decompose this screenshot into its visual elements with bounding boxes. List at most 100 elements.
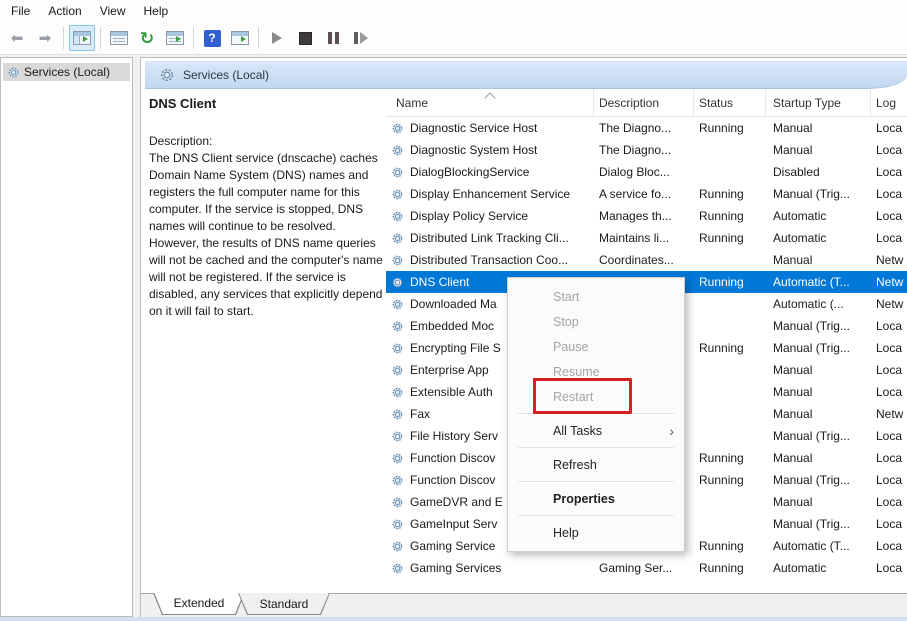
service-gear-icon	[391, 254, 404, 267]
window-bottom-edge	[0, 617, 907, 621]
context-menu-item-properties[interactable]: Properties	[508, 486, 684, 511]
service-startup-cell: Manual	[766, 495, 871, 509]
column-header-status[interactable]: Status	[694, 89, 766, 116]
services-window: FileActionViewHelp ⬅ ➡ ↻ ? Services (Loc…	[0, 0, 907, 621]
service-name: Distributed Link Tracking Cli...	[410, 231, 569, 245]
service-gear-icon	[391, 210, 404, 223]
service-gear-icon	[391, 188, 404, 201]
service-row[interactable]: Distributed Transaction Coo...Coordinate…	[386, 249, 907, 271]
service-logon-cell: Loca	[871, 495, 907, 509]
menu-item-label: All Tasks	[553, 424, 602, 438]
toolbar-separator	[100, 27, 101, 49]
action-pane-icon	[231, 31, 249, 45]
toolbar: ⬅ ➡ ↻ ?	[0, 22, 907, 55]
service-startup-cell: Disabled	[766, 165, 871, 179]
tab-extended[interactable]: Extended	[153, 593, 245, 615]
context-menu-item-help[interactable]: Help	[508, 520, 684, 545]
back-arrow-icon: ⬅	[11, 31, 24, 46]
services-gear-icon	[7, 66, 20, 79]
service-row[interactable]: Distributed Link Tracking Cli... Maintain…	[386, 227, 907, 249]
menu-separator	[518, 481, 674, 482]
service-logon-cell: Netw	[871, 253, 907, 267]
toolbar-separator	[193, 27, 194, 49]
service-logon-cell: Loca	[871, 561, 907, 575]
menu-item-label: Stop	[553, 315, 579, 329]
show-console-tree-button[interactable]	[69, 25, 95, 51]
toolbar-separator	[258, 27, 259, 49]
service-gear-icon	[391, 474, 404, 487]
help-button[interactable]: ?	[199, 25, 225, 51]
menu-item-label: Refresh	[553, 458, 597, 472]
service-description-cell: A service fo...	[594, 187, 694, 201]
service-description-cell: Maintains li...	[594, 231, 694, 245]
service-logon-cell: Loca	[871, 143, 907, 157]
refresh-icon: ↻	[140, 30, 154, 47]
service-name: GameDVR and E	[410, 495, 503, 509]
start-service-button[interactable]	[264, 25, 290, 51]
restart-service-button[interactable]	[348, 25, 374, 51]
service-row[interactable]: Diagnostic Service HostThe Diagno...Runn…	[386, 117, 907, 139]
tab-standard[interactable]: Standard	[238, 593, 330, 615]
properties-window-button[interactable]	[106, 25, 132, 51]
service-row[interactable]: Display Policy ServiceManages th...Runni…	[386, 205, 907, 227]
column-header-log-on-as[interactable]: Log	[871, 89, 907, 116]
service-description: Description: The DNS Client service (dns…	[149, 133, 383, 320]
context-menu: StartStopPauseResumeRestartAll Tasks›Ref…	[507, 277, 685, 552]
menu-item-label: Help	[553, 526, 579, 540]
service-description-cell: The Diagno...	[594, 143, 694, 157]
restart-highlight-annotation	[533, 378, 632, 414]
context-menu-item-refresh[interactable]: Refresh	[508, 452, 684, 477]
forward-icon[interactable]: ➡	[32, 25, 58, 51]
service-startup-cell: Manual (Trig...	[766, 319, 871, 333]
column-header-description[interactable]: Description	[594, 89, 694, 116]
service-status-cell: Running	[694, 473, 766, 487]
console-tree-icon	[73, 31, 91, 45]
tree-item-label: Services (Local)	[24, 65, 110, 79]
service-name: Display Policy Service	[410, 209, 528, 223]
back-icon[interactable]: ⬅	[4, 25, 30, 51]
export-list-button[interactable]	[162, 25, 188, 51]
service-startup-cell: Manual (Trig...	[766, 517, 871, 531]
service-gear-icon	[391, 518, 404, 531]
service-description-cell: Gaming Ser...	[594, 561, 694, 575]
service-startup-cell: Automatic	[766, 561, 871, 575]
menu-file[interactable]: File	[2, 2, 39, 20]
stop-service-button[interactable]	[292, 25, 318, 51]
tree-item-services-local[interactable]: Services (Local)	[3, 63, 130, 81]
column-header-startup-type[interactable]: Startup Type	[766, 89, 871, 116]
service-startup-cell: Automatic (T...	[766, 275, 871, 289]
service-logon-cell: Loca	[871, 385, 907, 399]
menu-action[interactable]: Action	[39, 2, 90, 20]
refresh-button[interactable]: ↻	[134, 25, 160, 51]
service-row[interactable]: DialogBlockingServiceDialog Bloc...Disab…	[386, 161, 907, 183]
pane-title: Services (Local)	[183, 68, 269, 82]
menu-item-label: Resume	[553, 365, 600, 379]
service-row[interactable]: Display Enhancement ServiceA service fo.…	[386, 183, 907, 205]
service-startup-cell: Automatic (...	[766, 297, 871, 311]
help-icon: ?	[204, 30, 221, 47]
service-gear-icon	[391, 364, 404, 377]
menu-item-label: Start	[553, 290, 579, 304]
menu-view[interactable]: View	[91, 2, 135, 20]
service-logon-cell: Loca	[871, 319, 907, 333]
menu-help[interactable]: Help	[135, 2, 178, 20]
service-gear-icon	[391, 320, 404, 333]
pause-service-button[interactable]	[320, 25, 346, 51]
service-name: Function Discov	[410, 473, 495, 487]
show-action-pane-button[interactable]	[227, 25, 253, 51]
context-menu-item-all-tasks[interactable]: All Tasks›	[508, 418, 684, 443]
menu-item-label: Pause	[553, 340, 588, 354]
service-row[interactable]: Gaming ServicesGaming Ser...RunningAutom…	[386, 557, 907, 579]
view-tab-bar: ExtendedStandard	[141, 593, 907, 617]
service-logon-cell: Loca	[871, 209, 907, 223]
service-name: Diagnostic Service Host	[410, 121, 537, 135]
description-label: Description:	[149, 134, 212, 148]
service-row[interactable]: Diagnostic System HostThe Diagno...Manua…	[386, 139, 907, 161]
extended-description-panel: DNS Client Description: The DNS Client s…	[149, 96, 383, 320]
service-startup-cell: Manual	[766, 407, 871, 421]
service-status-cell: Running	[694, 231, 766, 245]
menu-separator	[518, 447, 674, 448]
service-logon-cell: Loca	[871, 363, 907, 377]
service-logon-cell: Loca	[871, 341, 907, 355]
context-menu-item-start: Start	[508, 284, 684, 309]
